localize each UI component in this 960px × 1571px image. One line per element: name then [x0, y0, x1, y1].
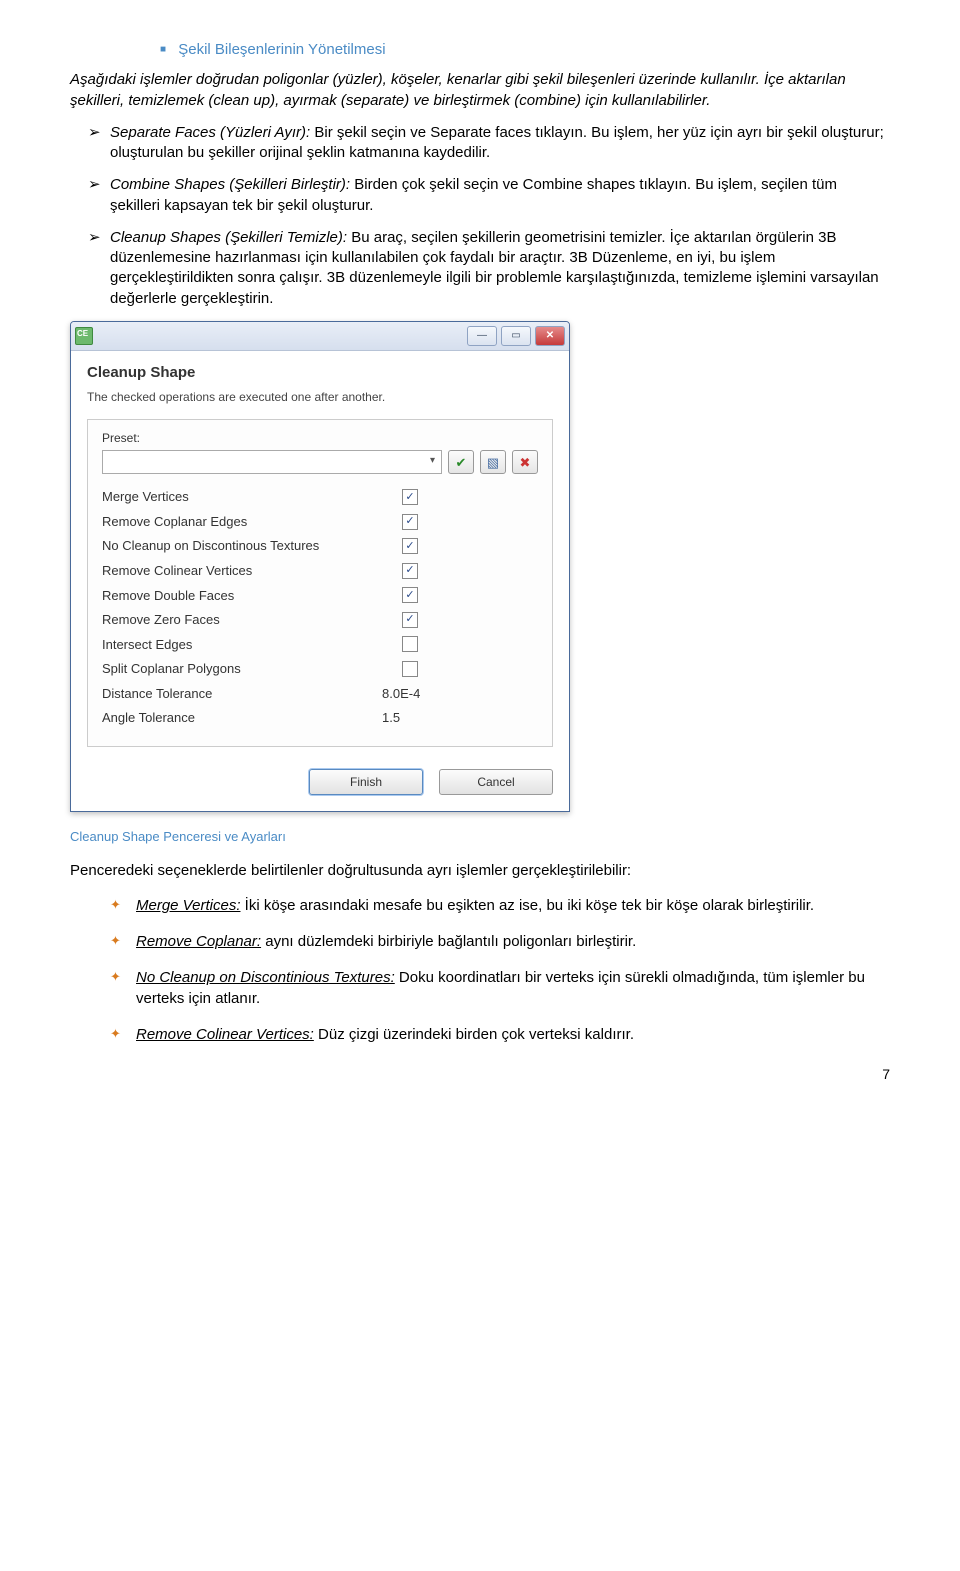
preset-row: ✔ ▧ ✖ — [102, 450, 538, 474]
dialog-window: — ▭ ✕ Cleanup Shape The checked operatio… — [70, 321, 570, 812]
dialog-body: Cleanup Shape The checked operations are… — [71, 351, 569, 811]
dialog-buttons: Finish Cancel — [87, 769, 553, 795]
option-checkbox[interactable]: ✓ — [402, 612, 418, 628]
option-checkbox[interactable]: ✓ — [402, 563, 418, 579]
close-button[interactable]: ✕ — [535, 326, 565, 346]
star-lead: Remove Coplanar: — [136, 933, 261, 950]
star-list: Merge Vertices: İki köşe arasındaki mesa… — [70, 896, 890, 1045]
option-row: Remove Colinear Vertices✓ — [102, 562, 538, 580]
star-rest: aynı düzlemdeki birbiriyle bağlantılı po… — [261, 933, 636, 950]
option-label: Split Coplanar Polygons — [102, 660, 402, 678]
dialog-title: Cleanup Shape — [87, 363, 553, 383]
section-title-text: Şekil Bileşenlerinin Yönetilmesi — [178, 41, 385, 58]
arrow-lead: Separate Faces (Yüzleri Ayır): — [110, 124, 310, 141]
option-row: Split Coplanar Polygons — [102, 660, 538, 678]
option-label: Merge Vertices — [102, 488, 402, 506]
star-item: No Cleanup on Discontinious Textures: Do… — [110, 968, 890, 1009]
value-label: Angle Tolerance — [102, 709, 382, 727]
arrow-lead: Cleanup Shapes (Şekilleri Temizle): — [110, 229, 347, 246]
section-title: ■ Şekil Bileşenlerinin Yönetilmesi — [160, 40, 890, 60]
preset-apply-button[interactable]: ✔ — [448, 450, 474, 474]
arrow-lead: Combine Shapes (Şekilleri Birleştir): — [110, 176, 350, 193]
star-item: Merge Vertices: İki köşe arasındaki mesa… — [110, 896, 890, 916]
minimize-button[interactable]: — — [467, 326, 497, 346]
star-lead: Merge Vertices: — [136, 897, 240, 914]
preset-delete-button[interactable]: ✖ — [512, 450, 538, 474]
option-row: Remove Double Faces✓ — [102, 587, 538, 605]
star-lead: Remove Colinear Vertices: — [136, 1026, 314, 1043]
value-field[interactable]: 8.0E-4 — [382, 685, 492, 703]
cancel-button[interactable]: Cancel — [439, 769, 553, 795]
dialog-subtitle: The checked operations are executed one … — [87, 389, 553, 405]
preset-label: Preset: — [102, 430, 538, 446]
option-label: Intersect Edges — [102, 636, 402, 654]
option-label: No Cleanup on Discontinous Textures — [102, 537, 402, 555]
option-row: Remove Coplanar Edges✓ — [102, 513, 538, 531]
star-item: Remove Coplanar: aynı düzlemdeki birbiri… — [110, 932, 890, 952]
app-icon — [75, 327, 93, 345]
option-label: Remove Colinear Vertices — [102, 562, 402, 580]
preset-select[interactable] — [102, 450, 442, 474]
option-label: Remove Coplanar Edges — [102, 513, 402, 531]
dialog-screenshot: — ▭ ✕ Cleanup Shape The checked operatio… — [70, 321, 570, 812]
option-checkbox[interactable] — [402, 661, 418, 677]
finish-button[interactable]: Finish — [309, 769, 423, 795]
arrow-item-separate: Separate Faces (Yüzleri Ayır): Bir şekil… — [88, 123, 890, 164]
arrow-item-cleanup: Cleanup Shapes (Şekilleri Temizle): Bu a… — [88, 228, 890, 309]
arrow-list: Separate Faces (Yüzleri Ayır): Bir şekil… — [70, 123, 890, 309]
page-number: 7 — [70, 1065, 890, 1084]
star-lead: No Cleanup on Discontinious Textures: — [136, 969, 395, 986]
value-field[interactable]: 1.5 — [382, 709, 492, 727]
value-label: Distance Tolerance — [102, 685, 382, 703]
star-item: Remove Colinear Vertices: Düz çizgi üzer… — [110, 1025, 890, 1045]
arrow-item-combine: Combine Shapes (Şekilleri Birleştir): Bi… — [88, 175, 890, 216]
post-paragraph: Penceredeki seçeneklerde belirtilenler d… — [70, 861, 890, 881]
value-row: Distance Tolerance8.0E-4 — [102, 685, 538, 703]
star-rest: İki köşe arasındaki mesafe bu eşikten az… — [240, 897, 814, 914]
option-checkbox[interactable]: ✓ — [402, 587, 418, 603]
option-row: Merge Vertices✓ — [102, 488, 538, 506]
preset-save-button[interactable]: ▧ — [480, 450, 506, 474]
option-label: Remove Double Faces — [102, 587, 402, 605]
intro-paragraph: Aşağıdaki işlemler doğrudan poligonlar (… — [70, 70, 890, 111]
option-label: Remove Zero Faces — [102, 611, 402, 629]
option-checkbox[interactable]: ✓ — [402, 538, 418, 554]
option-checkbox[interactable]: ✓ — [402, 514, 418, 530]
figure-caption: Cleanup Shape Penceresi ve Ayarları — [70, 828, 890, 846]
option-row: Intersect Edges — [102, 636, 538, 654]
option-row: Remove Zero Faces✓ — [102, 611, 538, 629]
maximize-button[interactable]: ▭ — [501, 326, 531, 346]
dialog-panel: Preset: ✔ ▧ ✖ Merge Vertices✓Remove Copl… — [87, 419, 553, 747]
value-row: Angle Tolerance1.5 — [102, 709, 538, 727]
option-row: No Cleanup on Discontinous Textures✓ — [102, 537, 538, 555]
titlebar: — ▭ ✕ — [71, 322, 569, 351]
option-checkbox[interactable] — [402, 636, 418, 652]
square-bullet-icon: ■ — [160, 44, 166, 55]
star-rest: Düz çizgi üzerindeki birden çok verteksi… — [314, 1026, 634, 1043]
option-checkbox[interactable]: ✓ — [402, 489, 418, 505]
